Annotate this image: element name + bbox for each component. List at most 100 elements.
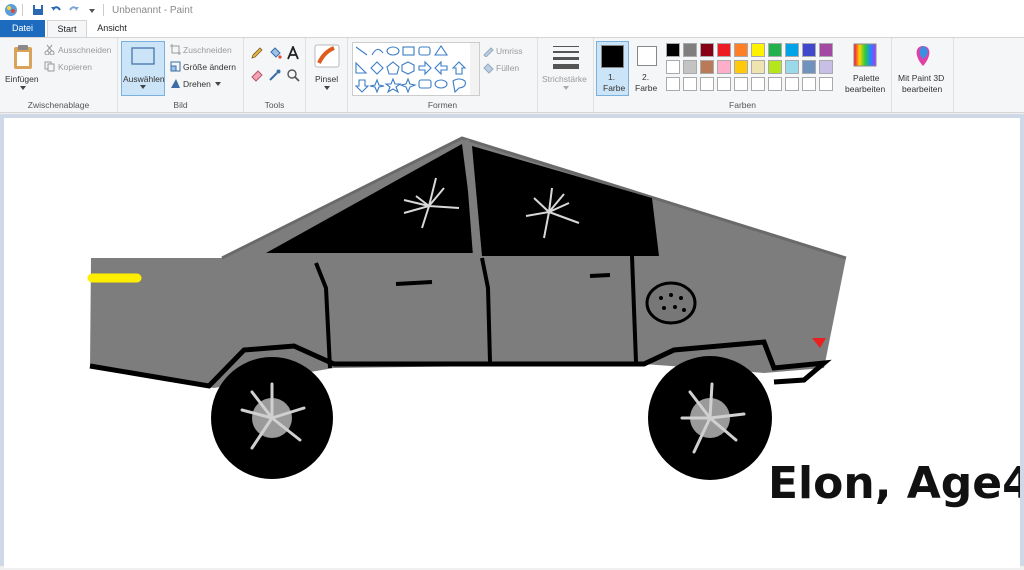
paint3d-icon[interactable] xyxy=(911,44,935,68)
color2-label: 2. xyxy=(642,72,650,82)
eraser-icon[interactable] xyxy=(250,68,264,82)
palette-swatch[interactable] xyxy=(666,60,680,74)
edit-palette-line2[interactable]: bearbeiten xyxy=(845,84,885,94)
custom-color-slot[interactable] xyxy=(751,77,765,91)
fill-icon xyxy=(483,63,494,74)
palette-swatch[interactable] xyxy=(717,60,731,74)
cut-button[interactable]: Ausschneiden xyxy=(58,45,111,55)
palette-swatch[interactable] xyxy=(785,43,799,57)
palette-swatch[interactable] xyxy=(700,60,714,74)
customize-quick-access-icon[interactable] xyxy=(85,3,99,17)
outline-button[interactable]: Umriss xyxy=(496,46,522,56)
color1-swatch xyxy=(601,45,624,68)
separator xyxy=(22,4,23,16)
custom-color-slot[interactable] xyxy=(734,77,748,91)
stroke-width-icon[interactable] xyxy=(551,44,581,70)
canvas-area[interactable]: Elon, Age4 xyxy=(0,114,1024,568)
edit-palette-icon xyxy=(853,43,877,67)
rear-wheel xyxy=(648,356,772,480)
redo-icon[interactable] xyxy=(67,3,81,17)
tab-view[interactable]: Ansicht xyxy=(90,20,134,37)
shapes-gallery-scrollbar[interactable] xyxy=(470,42,480,96)
chevron-down-icon[interactable] xyxy=(140,85,146,89)
shapes-gallery-icons xyxy=(354,45,467,94)
undo-icon[interactable] xyxy=(49,3,63,17)
tools-group: Tools xyxy=(244,38,306,112)
shapes-gallery[interactable] xyxy=(352,42,472,96)
color1-label: 1. xyxy=(608,72,616,82)
text-tool-icon[interactable] xyxy=(286,46,300,60)
brush-button[interactable]: Pinsel xyxy=(315,74,338,84)
palette-swatch[interactable] xyxy=(700,43,714,57)
scissors-icon xyxy=(44,44,55,55)
fill-button[interactable]: Füllen xyxy=(496,63,519,73)
custom-color-slot[interactable] xyxy=(819,77,833,91)
color1-sublabel: Farbe xyxy=(603,83,626,93)
custom-color-slot[interactable] xyxy=(700,77,714,91)
palette-swatch[interactable] xyxy=(819,43,833,57)
custom-color-slot[interactable] xyxy=(802,77,816,91)
pencil-icon[interactable] xyxy=(250,46,264,60)
custom-color-slot[interactable] xyxy=(785,77,799,91)
crop-button[interactable]: Zuschneiden xyxy=(183,45,232,55)
palette-swatch[interactable] xyxy=(717,43,731,57)
paint-app-icon[interactable] xyxy=(4,3,18,17)
tab-file[interactable]: Datei xyxy=(0,20,45,37)
paste-button[interactable]: Einfügen xyxy=(5,74,39,84)
shapes-group-label: Formen xyxy=(427,100,458,110)
image-group: Auswählen Zuschneiden Größe ändern Drehe… xyxy=(118,38,244,112)
custom-color-slot[interactable] xyxy=(683,77,697,91)
custom-color-slot[interactable] xyxy=(768,77,782,91)
save-icon[interactable] xyxy=(31,3,45,17)
resize-button[interactable]: Größe ändern xyxy=(183,62,236,72)
color2-swatch[interactable] xyxy=(637,46,657,66)
palette-swatch[interactable] xyxy=(666,43,680,57)
colors-group-label: Farben xyxy=(729,100,756,110)
chevron-down-icon[interactable] xyxy=(20,86,26,90)
size-group: Strichstärke xyxy=(538,38,594,112)
magnifier-icon[interactable] xyxy=(286,68,300,82)
color-picker-icon[interactable] xyxy=(268,68,282,82)
paint3d-line1[interactable]: Mit Paint 3D xyxy=(898,73,944,83)
separator xyxy=(103,4,104,16)
crop-icon xyxy=(170,44,181,55)
palette-swatch[interactable] xyxy=(751,60,765,74)
copy-button[interactable]: Kopieren xyxy=(58,62,92,72)
brush-icon[interactable] xyxy=(314,44,340,68)
palette-swatch[interactable] xyxy=(683,43,697,57)
fill-bucket-icon[interactable] xyxy=(268,46,282,60)
palette-swatch[interactable] xyxy=(751,43,765,57)
rotate-button[interactable]: Drehen xyxy=(183,79,211,89)
title-bar: Unbenannt - Paint xyxy=(0,0,1024,20)
paste-icon[interactable] xyxy=(12,44,34,70)
color2-sublabel: Farbe xyxy=(635,83,658,93)
select-rectangle-icon xyxy=(131,47,155,65)
palette-swatch[interactable] xyxy=(819,60,833,74)
colors-group: 1. Farbe 2. Farbe Palette bearbeiten Far… xyxy=(594,38,892,112)
drawing-canvas[interactable]: Elon, Age4 xyxy=(4,118,1024,568)
tools-group-label: Tools xyxy=(264,100,285,110)
palette-swatch[interactable] xyxy=(785,60,799,74)
palette-swatch[interactable] xyxy=(802,60,816,74)
clipboard-group-label: Zwischenablage xyxy=(27,100,90,110)
chevron-down-icon[interactable] xyxy=(215,82,221,86)
stroke-width-button[interactable]: Strichstärke xyxy=(542,74,587,84)
palette-swatch[interactable] xyxy=(734,60,748,74)
palette-swatch[interactable] xyxy=(802,43,816,57)
chevron-down-icon[interactable] xyxy=(324,86,330,90)
image-group-label: Bild xyxy=(173,100,188,110)
rear-window xyxy=(472,146,659,256)
custom-color-slot[interactable] xyxy=(666,77,680,91)
paint3d-line2[interactable]: bearbeiten xyxy=(902,84,942,94)
palette-swatch[interactable] xyxy=(768,43,782,57)
palette-swatch[interactable] xyxy=(768,60,782,74)
fuel-cap xyxy=(645,281,697,325)
signature-text: Elon, Age4 xyxy=(768,458,1020,509)
edit-palette-line1[interactable]: Palette xyxy=(853,73,879,83)
chevron-down-icon[interactable] xyxy=(563,86,569,90)
cybertruck-drawing: Elon, Age4 xyxy=(87,136,1024,509)
tab-start[interactable]: Start xyxy=(47,20,87,37)
custom-color-slot[interactable] xyxy=(717,77,731,91)
palette-swatch[interactable] xyxy=(683,60,697,74)
palette-swatch[interactable] xyxy=(734,43,748,57)
